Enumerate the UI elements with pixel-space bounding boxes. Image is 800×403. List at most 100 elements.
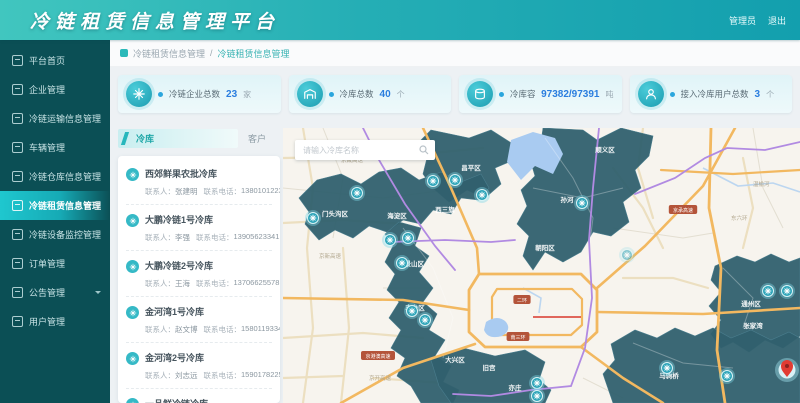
storage-title: 西郊鲜果农批冷库 — [145, 167, 280, 180]
tab-inactive[interactable]: 客户 — [238, 129, 276, 148]
cold-storage-icon — [126, 168, 139, 181]
user-name[interactable]: 管理员 — [729, 14, 756, 27]
road-label-text: 京港澳高速 — [365, 353, 390, 360]
storage-title: 一品鲜冷链冷库 — [145, 397, 280, 403]
stats-row: 冷链企业总数23家冷库总数40个冷库容量97382/97391吨接入冷库用户总数… — [110, 67, 800, 113]
map-marker[interactable] — [447, 172, 463, 188]
storage-list[interactable]: 西郊鲜果农批冷库联系人：张建明联系电话：13801012233大鹏冷链1号冷库联… — [118, 156, 280, 403]
sidebar-item[interactable]: 冷链运输信息管理 — [0, 104, 110, 133]
road-name-label: 京开高速 — [369, 374, 392, 382]
contact-label: 联系人： — [145, 232, 175, 243]
sidebar-item[interactable]: 公告管理 — [0, 278, 110, 307]
contact-name: 王海 — [175, 278, 190, 289]
district-label: 通州区 — [741, 299, 761, 308]
sidebar-item[interactable]: 平台首页 — [0, 46, 110, 75]
district-label: 门头沟区 — [322, 209, 349, 218]
breadcrumb-separator: / — [210, 48, 213, 58]
chevron-down-icon — [95, 291, 101, 294]
map-marker[interactable] — [417, 312, 433, 328]
map-marker[interactable] — [425, 173, 441, 189]
phone-number: 13706625578 — [234, 278, 280, 289]
snowflake-icon — [579, 200, 585, 206]
sidebar-item-label: 冷链设备监控管理 — [29, 228, 101, 241]
sidebar-item-label: 平台首页 — [29, 54, 65, 67]
sidebar-item[interactable]: 冷链仓库信息管理 — [0, 162, 110, 191]
breadcrumb: 冷链租赁信息管理 / 冷链租赁信息管理 — [110, 40, 800, 67]
snowflake-icon — [354, 190, 360, 196]
list-item-body: 西郊鲜果农批冷库联系人：张建明联系电话：13801012233 — [145, 167, 280, 197]
map-marker[interactable] — [394, 255, 410, 271]
map-canvas[interactable]: 京承高速京港澳高速二环南三环京藏高速京新高速温榆河东六环京开高速门头沟区海淀区西… — [283, 128, 800, 403]
map-marker[interactable] — [719, 368, 735, 384]
list-item[interactable]: 西郊鲜果农批冷库联系人：张建明联系电话：13801012233 — [126, 159, 272, 205]
list-item[interactable]: 大鹏冷链1号冷库联系人：李强联系电话：13905623341 — [126, 205, 272, 251]
bullet-dot — [670, 92, 675, 97]
panel-tabs: 冷库客户 — [118, 128, 280, 148]
list-item[interactable]: 大鹏冷链2号冷库联系人：王海联系电话：13706625578 — [126, 251, 272, 297]
phone-label: 联系电话： — [204, 370, 242, 381]
sidebar-item-active[interactable]: 冷链租赁信息管理 — [0, 191, 110, 220]
user-icon — [12, 316, 23, 327]
bullet-dot — [499, 92, 504, 97]
map-marker[interactable] — [574, 195, 590, 211]
minor-road — [743, 158, 753, 248]
list-item-body: 一品鲜冷链冷库联系人：陈晨联系电话：13511028867 — [145, 397, 280, 403]
snowflake-icon — [129, 309, 137, 317]
minor-road — [753, 128, 783, 228]
road-name-label: 温榆河 — [753, 180, 770, 188]
sidebar-item[interactable]: 用户管理 — [0, 307, 110, 336]
road-label-text: 京承高速 — [673, 207, 693, 214]
order-icon — [12, 258, 23, 269]
list-item-body: 金河湾2号冷库联系人：刘志远联系电话：15901782256 — [145, 351, 280, 381]
map-marker[interactable] — [382, 232, 398, 248]
snowflake-icon — [387, 237, 393, 243]
sidebar-item[interactable]: 订单管理 — [0, 249, 110, 278]
contact-name: 李强 — [175, 232, 190, 243]
stat-unit: 吨 — [606, 89, 614, 100]
stat-label: 接入冷库用户总数 — [681, 88, 749, 100]
list-item[interactable]: 一品鲜冷链冷库联系人：陈晨联系电话：13511028867 — [126, 389, 272, 403]
map-marker[interactable] — [659, 360, 675, 376]
sidebar-item[interactable]: 冷链设备监控管理 — [0, 220, 110, 249]
map-marker[interactable] — [400, 230, 416, 246]
storage-meta: 联系人：刘志远联系电话：15901782256 — [145, 370, 280, 381]
list-item-body: 金河湾1号冷库联系人：赵文博联系电话：15801193344 — [145, 305, 280, 335]
bullet-dot — [158, 92, 163, 97]
map-marker[interactable] — [404, 303, 420, 319]
snowflake-icon — [534, 393, 540, 399]
stat-icon-circle — [126, 81, 152, 107]
sidebar-item-label: 订单管理 — [29, 257, 65, 270]
user-icon — [644, 87, 658, 101]
search-icon[interactable] — [419, 145, 429, 155]
sidebar-menu: 平台首页企业管理冷链运输信息管理车辆管理冷链仓库信息管理冷链租赁信息管理冷链设备… — [0, 40, 110, 336]
snowflake-icon — [12, 200, 23, 211]
stat-label: 冷库容量 — [510, 88, 535, 100]
sidebar-item-label: 用户管理 — [29, 315, 65, 328]
snowflake-icon — [405, 235, 411, 241]
map[interactable]: 京承高速京港澳高速二环南三环京藏高速京新高速温榆河东六环京开高速门头沟区海淀区西… — [283, 128, 800, 403]
logout-link[interactable]: 退出 — [768, 14, 786, 27]
stat-unit: 家 — [243, 89, 251, 100]
map-search-input[interactable] — [301, 145, 415, 156]
stat-card: 接入冷库用户总数3个 — [630, 75, 793, 113]
location-pin[interactable] — [775, 358, 799, 382]
sidebar-item[interactable]: 企业管理 — [0, 75, 110, 104]
map-marker[interactable] — [760, 283, 776, 299]
district-label: 亦庄 — [509, 383, 523, 392]
map-search-box[interactable] — [295, 140, 435, 160]
stat-unit: 个 — [397, 89, 405, 100]
road-name-label: 东六环 — [731, 214, 748, 222]
map-marker[interactable] — [349, 185, 365, 201]
breadcrumb-first[interactable]: 冷链租赁信息管理 — [133, 47, 205, 60]
map-marker[interactable] — [619, 247, 635, 263]
map-marker[interactable] — [779, 283, 795, 299]
sidebar-item[interactable]: 车辆管理 — [0, 133, 110, 162]
map-marker[interactable] — [305, 210, 321, 226]
cold-storage-icon — [126, 214, 139, 227]
list-item[interactable]: 金河湾1号冷库联系人：赵文博联系电话：15801193344 — [126, 297, 272, 343]
map-marker[interactable] — [474, 187, 490, 203]
tab-active[interactable]: 冷库 — [118, 129, 238, 148]
contact-label: 联系人： — [145, 324, 175, 335]
snowflake-icon — [479, 192, 485, 198]
list-item[interactable]: 金河湾2号冷库联系人：刘志远联系电话：15901782256 — [126, 343, 272, 389]
